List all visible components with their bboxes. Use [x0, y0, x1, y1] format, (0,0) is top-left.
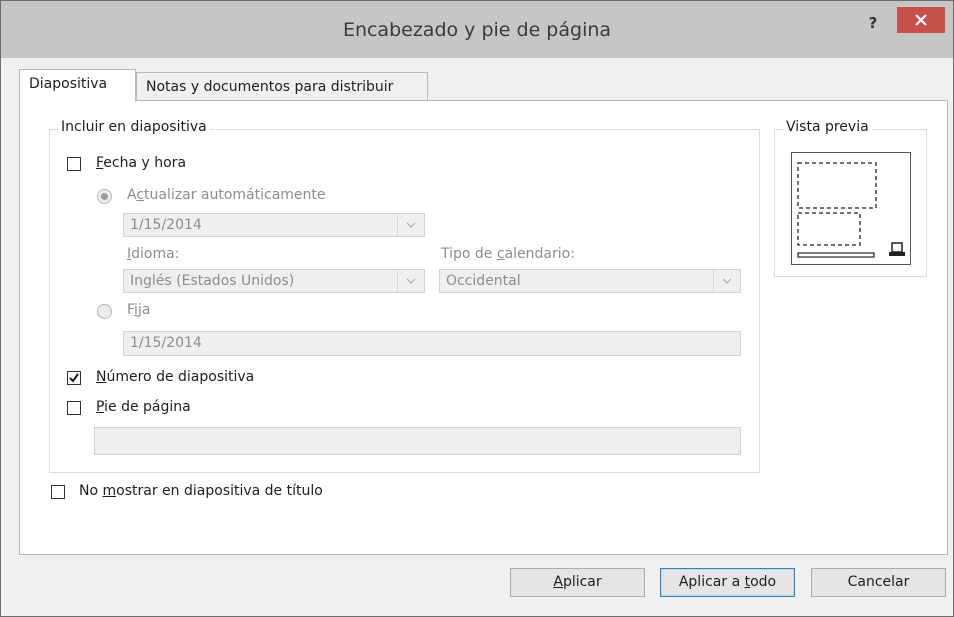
slide-preview	[791, 152, 911, 265]
close-button[interactable]	[897, 7, 945, 33]
title-bar: Encabezado y pie de página ?	[1, 1, 953, 58]
include-group-label: Incluir en diapositiva	[58, 119, 210, 135]
chevron-down-icon	[406, 278, 416, 284]
include-group	[49, 129, 760, 473]
tab-diapositiva[interactable]: Diapositiva	[19, 69, 136, 102]
slide-number-label[interactable]: Número de diapositiva	[96, 369, 254, 385]
language-select[interactable]: Inglés (Estados Unidos)	[123, 269, 425, 293]
footer-label[interactable]: Pie de página	[96, 399, 191, 415]
slide-layout-icon	[797, 162, 905, 258]
language-label: Idioma:	[127, 246, 180, 262]
fixed-radio[interactable]	[97, 304, 112, 319]
fixed-date-input[interactable]: 1/15/2014	[123, 331, 741, 356]
apply-all-button[interactable]: Aplicar a todo	[660, 568, 795, 597]
auto-update-label[interactable]: Actualizar automáticamente	[127, 187, 326, 203]
auto-date-select[interactable]: 1/15/2014	[123, 213, 425, 237]
dialog-title: Encabezado y pie de página	[342, 19, 612, 41]
fixed-label[interactable]: Fija	[127, 302, 150, 318]
footer-text-input[interactable]	[94, 427, 741, 455]
chevron-down-icon	[722, 278, 732, 284]
cancel-button[interactable]: Cancelar	[811, 568, 946, 597]
no-title-slide-checkbox[interactable]	[51, 485, 65, 499]
calendar-type-select[interactable]: Occidental	[439, 269, 741, 293]
apply-button[interactable]: Aplicar	[510, 568, 645, 597]
checkmark-icon	[69, 373, 79, 383]
chevron-down-icon	[406, 222, 416, 228]
slide-number-checkbox[interactable]	[67, 371, 81, 385]
tab-notas-documentos[interactable]: Notas y documentos para distribuir	[136, 72, 428, 102]
auto-update-radio[interactable]	[97, 189, 112, 204]
date-time-label[interactable]: Fecha y hora	[96, 155, 186, 171]
calendar-type-label: Tipo de calendario:	[441, 246, 575, 262]
footer-checkbox[interactable]	[67, 401, 81, 415]
close-icon	[915, 14, 927, 26]
date-time-checkbox[interactable]	[67, 157, 81, 171]
no-title-slide-label[interactable]: No mostrar en diapositiva de título	[79, 483, 323, 499]
preview-group-label: Vista previa	[783, 119, 872, 135]
help-button[interactable]: ?	[861, 11, 885, 35]
